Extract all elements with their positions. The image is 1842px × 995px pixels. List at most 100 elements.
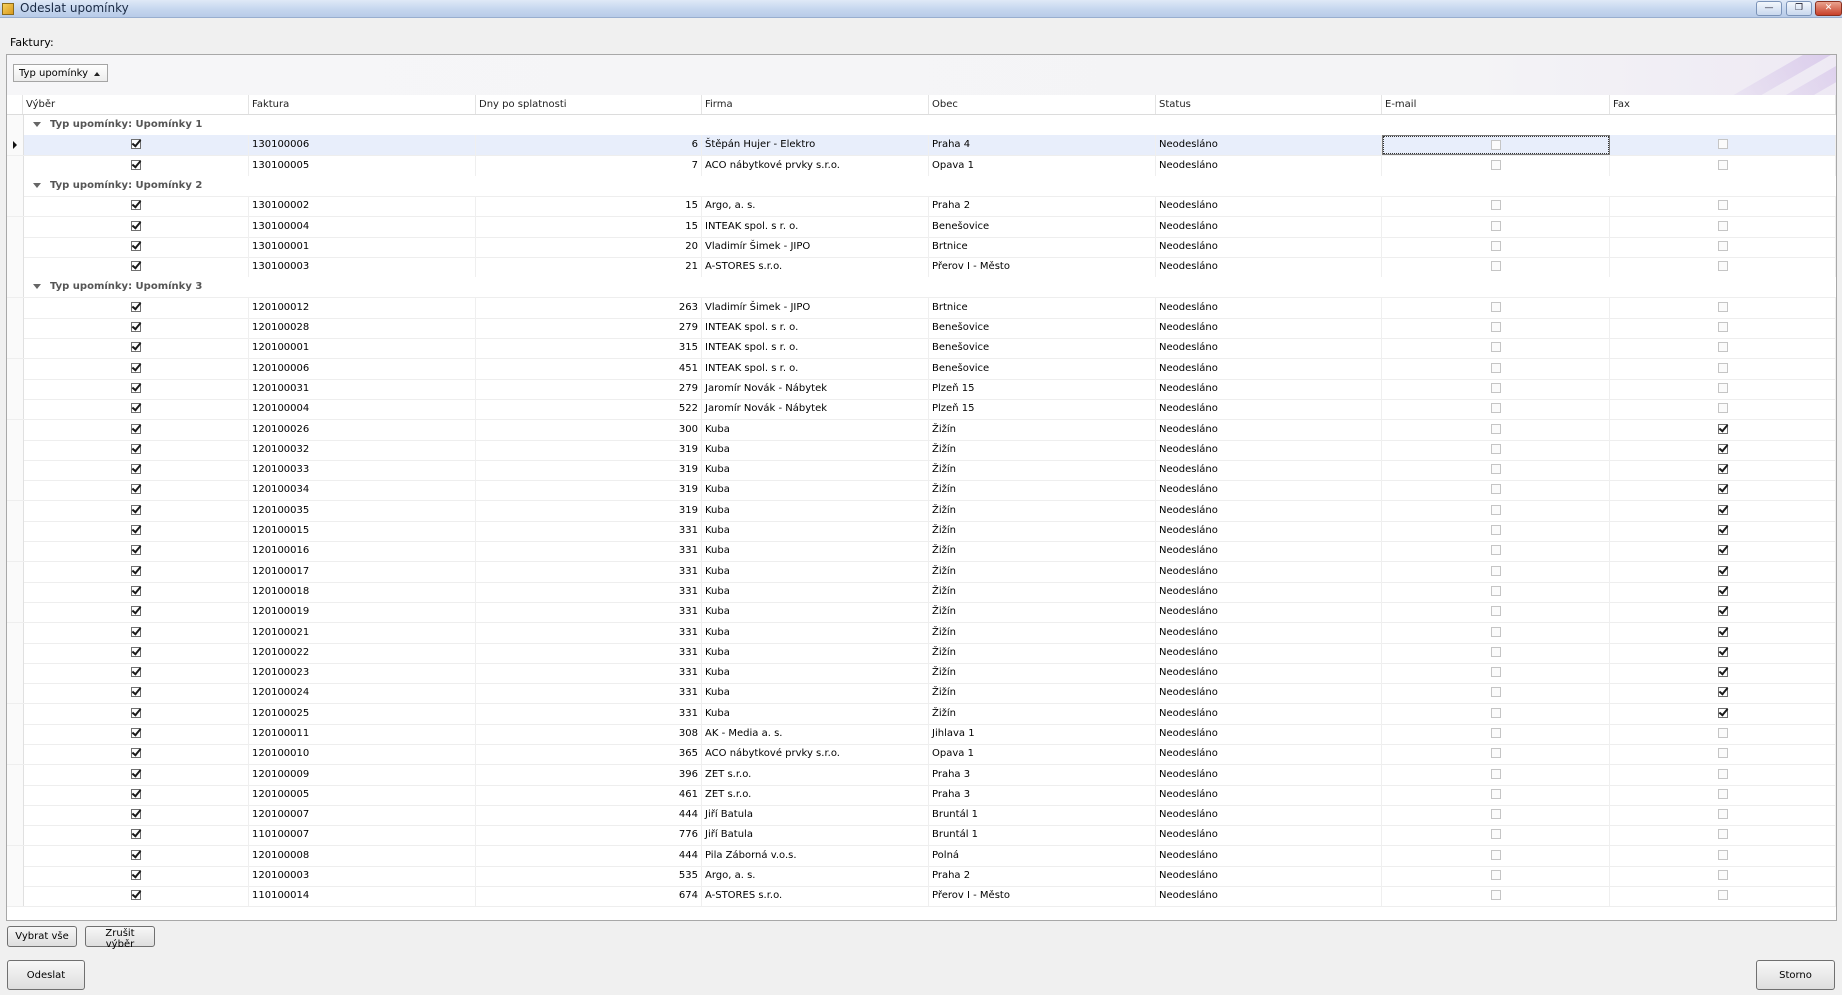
- vyber-checkbox[interactable]: [130, 606, 141, 616]
- fax-checkbox[interactable]: [1717, 424, 1728, 434]
- email-checkbox[interactable]: [1490, 769, 1501, 779]
- fax-checkbox[interactable]: [1717, 870, 1728, 880]
- table-row[interactable]: 120100031 279 Jaromír Novák - Nábytek Plzeň…: [7, 379, 1836, 400]
- header-status[interactable]: Status: [1156, 95, 1382, 114]
- email-checkbox[interactable]: [1490, 708, 1501, 718]
- collapse-group-icon[interactable]: [33, 183, 41, 188]
- vyber-checkbox[interactable]: [130, 647, 141, 657]
- sort-ascending-icon[interactable]: [94, 72, 100, 76]
- email-checkbox[interactable]: [1490, 728, 1501, 738]
- collapse-group-icon[interactable]: [33, 284, 41, 289]
- header-fax[interactable]: Fax: [1610, 95, 1836, 114]
- vyber-checkbox[interactable]: [130, 667, 141, 677]
- email-checkbox[interactable]: [1490, 748, 1501, 758]
- vyber-checkbox[interactable]: [130, 322, 141, 332]
- table-row[interactable]: 120100021 331 Kuba Žižín Neodesláno: [7, 623, 1836, 644]
- table-row[interactable]: 120100010 365 ACO nábytkové prvky s.r.o. Op…: [7, 744, 1836, 765]
- cancel-button[interactable]: Storno: [1756, 960, 1835, 990]
- fax-checkbox[interactable]: [1717, 789, 1728, 799]
- table-row[interactable]: 120100032 319 Kuba Žižín Neodesláno: [7, 440, 1836, 461]
- table-row[interactable]: 120100035 319 Kuba Žižín Neodesláno: [7, 501, 1836, 522]
- fax-checkbox[interactable]: [1717, 342, 1728, 352]
- clear-selection-button[interactable]: Zrušit výběr: [85, 926, 155, 950]
- email-checkbox[interactable]: [1490, 890, 1501, 900]
- email-checkbox[interactable]: [1490, 241, 1501, 251]
- maximize-button[interactable]: ❐: [1786, 1, 1812, 16]
- email-checkbox[interactable]: [1490, 342, 1501, 352]
- email-checkbox[interactable]: [1490, 424, 1501, 434]
- vyber-checkbox[interactable]: [130, 444, 141, 454]
- table-row[interactable]: 130100005 7 ACO nábytkové prvky s.r.o. Opav…: [7, 156, 1836, 177]
- fax-checkbox[interactable]: [1717, 383, 1728, 393]
- vyber-checkbox[interactable]: [130, 687, 141, 697]
- vyber-checkbox[interactable]: [130, 342, 141, 352]
- vyber-checkbox[interactable]: [130, 261, 141, 271]
- fax-checkbox[interactable]: [1717, 484, 1728, 494]
- fax-checkbox[interactable]: [1717, 667, 1728, 677]
- fax-checkbox[interactable]: [1717, 464, 1728, 474]
- vyber-checkbox[interactable]: [130, 789, 141, 799]
- table-row[interactable]: 120100005 461 ZET s.r.o. Praha 3 Neodesláno: [7, 785, 1836, 806]
- table-row[interactable]: 120100009 396 ZET s.r.o. Praha 3 Neodesláno: [7, 765, 1836, 786]
- vyber-checkbox[interactable]: [130, 302, 141, 312]
- table-row[interactable]: 120100003 535 Argo, a. s. Praha 2 Neodesláno: [7, 866, 1836, 887]
- table-row[interactable]: 120100034 319 Kuba Žižín Neodesláno: [7, 480, 1836, 501]
- header-firma[interactable]: Firma: [702, 95, 929, 114]
- fax-checkbox[interactable]: [1717, 728, 1728, 738]
- vyber-checkbox[interactable]: [130, 403, 141, 413]
- table-row[interactable]: 130100006 6 Štěpán Hujer - Elektro Praha 4N…: [7, 135, 1836, 156]
- email-checkbox[interactable]: [1490, 809, 1501, 819]
- fax-checkbox[interactable]: [1717, 829, 1728, 839]
- email-checkbox[interactable]: [1490, 850, 1501, 860]
- fax-checkbox[interactable]: [1717, 221, 1728, 231]
- fax-checkbox[interactable]: [1717, 200, 1728, 210]
- email-checkbox[interactable]: [1491, 140, 1501, 150]
- vyber-checkbox[interactable]: [130, 829, 141, 839]
- table-row[interactable]: 120100006 451 INTEAK spol. s r. o. Benešovi…: [7, 359, 1836, 380]
- table-row[interactable]: 120100017 331 Kuba Žižín Neodesláno: [7, 562, 1836, 583]
- vyber-checkbox[interactable]: [130, 809, 141, 819]
- group-row[interactable]: Typ upomínky: Upomínky 3: [7, 277, 1836, 298]
- fax-checkbox[interactable]: [1717, 566, 1728, 576]
- email-checkbox[interactable]: [1490, 525, 1501, 535]
- vyber-checkbox[interactable]: [130, 566, 141, 576]
- table-row[interactable]: 120100007 444 Jiří Batula Bruntál 1 Neodeslá…: [7, 805, 1836, 826]
- email-checkbox[interactable]: [1490, 606, 1501, 616]
- email-checkbox[interactable]: [1490, 200, 1501, 210]
- vyber-checkbox[interactable]: [130, 728, 141, 738]
- vyber-checkbox[interactable]: [130, 850, 141, 860]
- email-checkbox[interactable]: [1490, 322, 1501, 332]
- table-row[interactable]: 110100014 674 A-STORES s.r.o. Přerov I - Mě…: [7, 886, 1836, 907]
- table-row[interactable]: 130100002 15 Argo, a. s. Praha 2 Neodesláno: [7, 196, 1836, 217]
- table-row[interactable]: 120100008 444 Pila Záborná v.o.s. Polná Neod…: [7, 846, 1836, 867]
- email-checkbox[interactable]: [1490, 586, 1501, 596]
- table-row[interactable]: 110100007 776 Jiří Batula Bruntál 1 Neodeslá…: [7, 825, 1836, 846]
- email-checkbox[interactable]: [1490, 789, 1501, 799]
- email-checkbox[interactable]: [1490, 160, 1501, 170]
- table-row[interactable]: 130100001 20 Vladimír Šimek - JIPO Brtnice N…: [7, 237, 1836, 258]
- fax-checkbox[interactable]: [1717, 363, 1728, 373]
- email-checkbox[interactable]: [1490, 667, 1501, 677]
- vyber-checkbox[interactable]: [130, 769, 141, 779]
- vyber-checkbox[interactable]: [130, 383, 141, 393]
- fax-checkbox[interactable]: [1717, 586, 1728, 596]
- table-row[interactable]: 120100019 331 Kuba Žižín Neodesláno: [7, 602, 1836, 623]
- vyber-checkbox[interactable]: [130, 545, 141, 555]
- table-row[interactable]: 120100026 300 Kuba Žižín Neodesláno: [7, 420, 1836, 441]
- group-row[interactable]: Typ upomínky: Upomínky 2: [7, 176, 1836, 197]
- fax-checkbox[interactable]: [1717, 525, 1728, 535]
- send-button[interactable]: Odeslat: [7, 960, 85, 990]
- table-row[interactable]: 120100022 331 Kuba Žižín Neodesláno: [7, 643, 1836, 664]
- fax-checkbox[interactable]: [1717, 160, 1728, 170]
- vyber-checkbox[interactable]: [130, 363, 141, 373]
- table-row[interactable]: 120100015 331 Kuba Žižín Neodesláno: [7, 521, 1836, 542]
- email-checkbox[interactable]: [1490, 829, 1501, 839]
- fax-checkbox[interactable]: [1717, 261, 1728, 271]
- fax-checkbox[interactable]: [1717, 241, 1728, 251]
- fax-checkbox[interactable]: [1717, 139, 1728, 149]
- table-row[interactable]: 120100033 319 Kuba Žižín Neodesláno: [7, 460, 1836, 481]
- email-checkbox[interactable]: [1490, 261, 1501, 271]
- email-checkbox[interactable]: [1490, 484, 1501, 494]
- table-row[interactable]: 120100028 279 INTEAK spol. s r. o. Benešovi…: [7, 318, 1836, 339]
- table-row[interactable]: 130100004 15 INTEAK spol. s r. o. Benešovic…: [7, 217, 1836, 238]
